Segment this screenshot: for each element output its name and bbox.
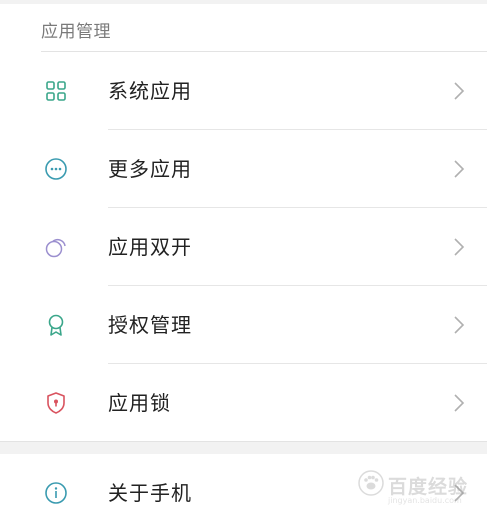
- menu-item-more-apps[interactable]: 更多应用: [0, 130, 487, 208]
- menu-item-label: 系统应用: [108, 79, 192, 103]
- section-header: 应用管理: [41, 22, 111, 42]
- badge-icon: [44, 313, 68, 337]
- info-icon: [44, 481, 68, 505]
- chevron-right-icon: [452, 238, 466, 256]
- menu-item-system-apps[interactable]: 系统应用: [0, 52, 487, 130]
- chevron-right-icon: [452, 160, 466, 178]
- menu-item-label: 授权管理: [108, 313, 192, 337]
- chevron-right-icon: [452, 316, 466, 334]
- top-strip: [0, 0, 487, 4]
- menu-item-label: 应用锁: [108, 391, 171, 415]
- section-gap: [0, 442, 487, 454]
- menu-item-label: 更多应用: [108, 157, 192, 181]
- paw-logo-icon: [358, 470, 384, 500]
- watermark: 百度经验 jingyan.baidu.com: [358, 470, 469, 505]
- menu-item-label: 关于手机: [108, 481, 192, 505]
- chevron-right-icon: [452, 82, 466, 100]
- menu-item-dual-apps[interactable]: 应用双开: [0, 208, 487, 286]
- more-dots-icon: [44, 157, 68, 181]
- shield-lock-icon: [44, 391, 68, 415]
- grid-icon: [44, 79, 68, 103]
- menu-item-app-lock[interactable]: 应用锁: [0, 364, 487, 442]
- menu-item-permissions[interactable]: 授权管理: [0, 286, 487, 364]
- dual-circles-icon: [44, 235, 68, 259]
- menu-item-label: 应用双开: [108, 235, 192, 259]
- watermark-text: 百度经验: [388, 475, 469, 498]
- settings-page: 应用管理 系统应用 更多应用 应用双开 授权管理 应用锁 关于手机 百度经验 j…: [0, 0, 487, 531]
- watermark-url: jingyan.baidu.com: [388, 496, 462, 505]
- chevron-right-icon: [452, 394, 466, 412]
